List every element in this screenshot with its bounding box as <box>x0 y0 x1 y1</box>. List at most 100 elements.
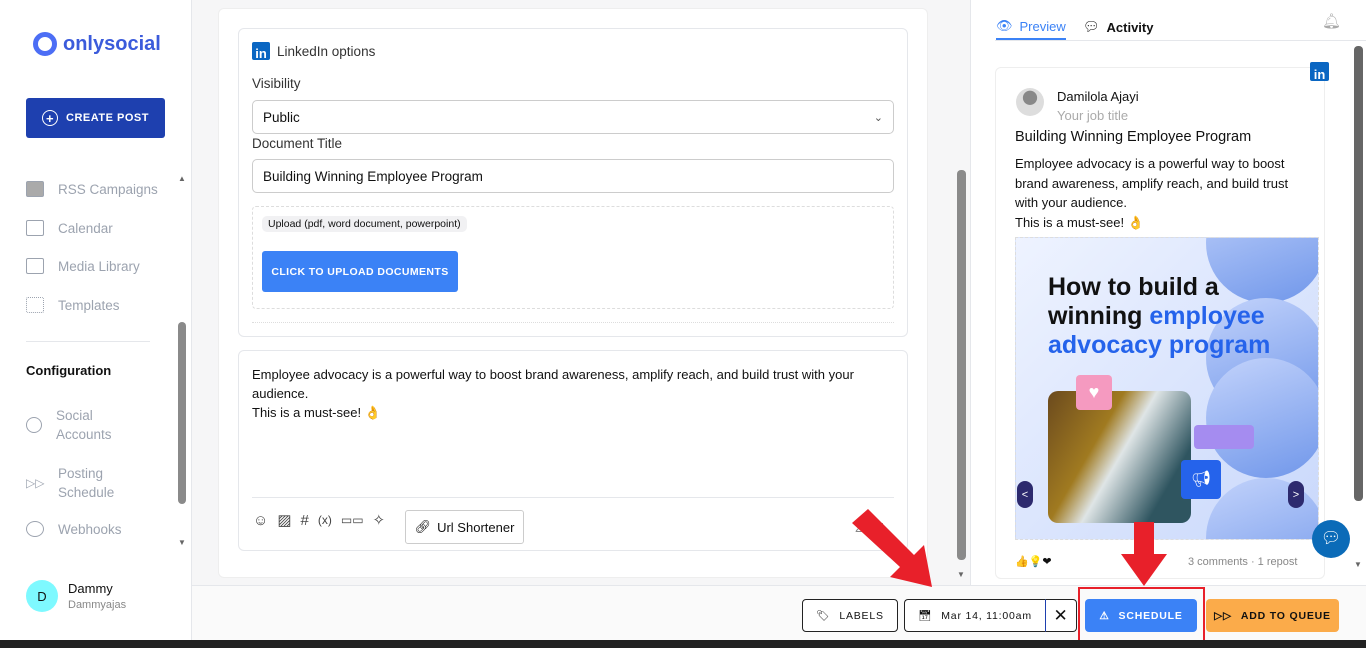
options-title: LinkedIn options <box>277 43 376 59</box>
upload-hint: Upload (pdf, word document, powerpoint) <box>262 216 467 232</box>
linkedin-icon: in <box>252 42 270 60</box>
schedule-button[interactable]: ⚠︎ SCHEDULE <box>1085 599 1197 632</box>
sidebar-item-templates[interactable]: Templates <box>26 297 120 313</box>
document-preview-image: How to build a winning employee advocacy… <box>1015 237 1319 540</box>
user-name: Dammy <box>68 581 113 596</box>
preview-document-title: Building Winning Employee Program <box>1015 129 1252 145</box>
tab-label: Preview <box>1019 18 1066 34</box>
scroll-down-icon[interactable]: ▼ <box>957 570 965 579</box>
close-icon: ✕ <box>1053 605 1069 625</box>
people-photo <box>1048 391 1191 523</box>
document-title-input[interactable]: Building Winning Employee Program <box>252 159 894 193</box>
carousel-prev-button[interactable]: < <box>1017 481 1033 508</box>
scroll-down-icon[interactable]: ▼ <box>178 538 186 547</box>
divider <box>26 341 150 342</box>
labels-label: LABELS <box>839 609 884 622</box>
sidebar-item-calendar[interactable]: Calendar <box>26 220 113 236</box>
schedule-label: SCHEDULE <box>1118 609 1183 622</box>
label: Social <box>56 408 93 423</box>
linkedin-options-header: in LinkedIn options <box>252 42 375 60</box>
create-post-label: CREATE POST <box>66 112 149 124</box>
templates-icon[interactable]: ▭▭ <box>341 513 364 527</box>
add-to-queue-button[interactable]: ▷▷ ADD TO QUEUE <box>1206 599 1339 632</box>
logo-icon <box>33 32 57 56</box>
tab-label: Activity <box>1106 19 1154 35</box>
image-headline: How to build a winning employee advocacy… <box>1048 273 1318 360</box>
sidebar-item-label: RSS Campaigns <box>58 181 158 197</box>
tag-icon: 🏷︎ <box>816 610 831 622</box>
sidebar-item-rss[interactable]: RSS Campaigns <box>26 181 158 197</box>
post-text[interactable]: Employee advocacy is a powerful way to b… <box>252 365 902 422</box>
visibility-label: Visibility <box>252 76 301 91</box>
preview-text: Employee advocacy is a powerful way to b… <box>1015 156 1289 230</box>
calendar-icon: 📅︎ <box>918 610 933 622</box>
tab-preview[interactable]: 👁︎ Preview <box>996 14 1066 40</box>
plus-icon: + <box>42 110 59 126</box>
job-title: Your job title <box>1057 108 1129 123</box>
image-icon[interactable]: ▨ <box>277 511 291 529</box>
url-shortener-button[interactable]: 🔗︎ Url Shortener <box>405 510 524 544</box>
warning-icon: ⚠︎ <box>1099 609 1110 622</box>
chat-bubble-icon <box>1194 425 1254 449</box>
main-scrollbar[interactable] <box>957 170 966 560</box>
sidebar-scrollbar[interactable] <box>178 322 186 504</box>
reactions-icon: 👍💡❤ <box>1015 556 1052 568</box>
sidebar-item-media-library[interactable]: Media Library <box>26 258 140 274</box>
scroll-up-icon[interactable]: ▲ <box>178 174 186 183</box>
annotation-arrow-down <box>1121 522 1167 586</box>
author-name: Damilola Ajayi <box>1057 89 1139 104</box>
logo[interactable]: onlysocial <box>33 32 161 56</box>
divider <box>252 322 894 323</box>
sidebar-item-social-accounts[interactable]: Social Accounts <box>26 406 112 444</box>
visibility-value: Public <box>263 109 300 125</box>
heart-icon: ♥ <box>1076 375 1112 410</box>
taskbar-strip <box>0 640 1366 648</box>
scheduled-date: Mar 14, 11:00am <box>941 609 1032 622</box>
sidebar-item-posting-schedule[interactable]: ▷▷ Posting Schedule <box>26 464 114 502</box>
preview-scrollbar[interactable] <box>1354 46 1363 501</box>
date-picker[interactable]: 📅︎ Mar 14, 11:00am <box>904 599 1046 632</box>
ai-sparkle-icon[interactable]: ✧ <box>373 511 386 529</box>
annotation-arrow-diagonal <box>852 509 932 587</box>
eye-icon: 👁︎ <box>996 18 1013 33</box>
visibility-select[interactable]: Public ⌄ <box>252 100 894 134</box>
scroll-down-icon[interactable]: ▼ <box>1354 560 1362 569</box>
templates-icon <box>26 297 44 313</box>
tab-activity[interactable]: 💬︎ Activity <box>1083 14 1153 40</box>
fast-forward-icon: ▷▷ <box>1214 609 1232 622</box>
megaphone-icon: 📢︎ <box>1181 460 1221 499</box>
bell-icon[interactable]: 🔔︎ <box>1322 12 1341 30</box>
webhook-icon <box>26 521 44 537</box>
user-handle: Dammyajas <box>68 599 127 611</box>
image-icon <box>26 258 44 274</box>
avatar[interactable]: D <box>26 580 58 612</box>
comment-icon: 💬︎ <box>1083 19 1100 34</box>
emoji-icon[interactable]: ☺ <box>253 512 268 529</box>
linkedin-icon: in <box>1310 62 1329 81</box>
engagement-stats: 3 comments · 1 repost <box>1188 556 1298 568</box>
editor-toolbar: ☺ ▨ # (x) ▭▭ ✧ <box>253 511 386 530</box>
chat-support-button[interactable]: 💬︎ <box>1312 520 1350 558</box>
author-avatar <box>1016 88 1044 116</box>
divider <box>995 40 1366 41</box>
labels-button[interactable]: 🏷︎ LABELS <box>802 599 898 632</box>
chevron-down-icon: ⌄ <box>873 111 883 124</box>
variable-icon[interactable]: (x) <box>318 513 332 527</box>
sidebar-item-label: Webhooks <box>58 521 122 537</box>
sidebar-item-label: Templates <box>58 297 120 313</box>
label: Schedule <box>58 485 115 500</box>
upload-documents-button[interactable]: CLICK TO UPLOAD DOCUMENTS <box>262 251 458 292</box>
divider <box>252 497 894 498</box>
clear-date-button[interactable]: ✕ <box>1046 599 1077 632</box>
section-heading: Configuration <box>26 363 112 378</box>
hashtag-icon[interactable]: # <box>301 512 309 529</box>
rss-icon <box>26 181 44 197</box>
brand-name: onlysocial <box>63 32 161 55</box>
sidebar-item-webhooks[interactable]: Webhooks <box>26 521 122 537</box>
document-title-label: Document Title <box>252 136 343 151</box>
document-title-value: Building Winning Employee Program <box>263 168 483 184</box>
carousel-next-button[interactable]: > <box>1288 481 1304 508</box>
link-icon: 🔗︎ <box>414 519 432 534</box>
sidebar-item-label: Media Library <box>58 258 140 274</box>
create-post-button[interactable]: + CREATE POST <box>26 98 165 138</box>
